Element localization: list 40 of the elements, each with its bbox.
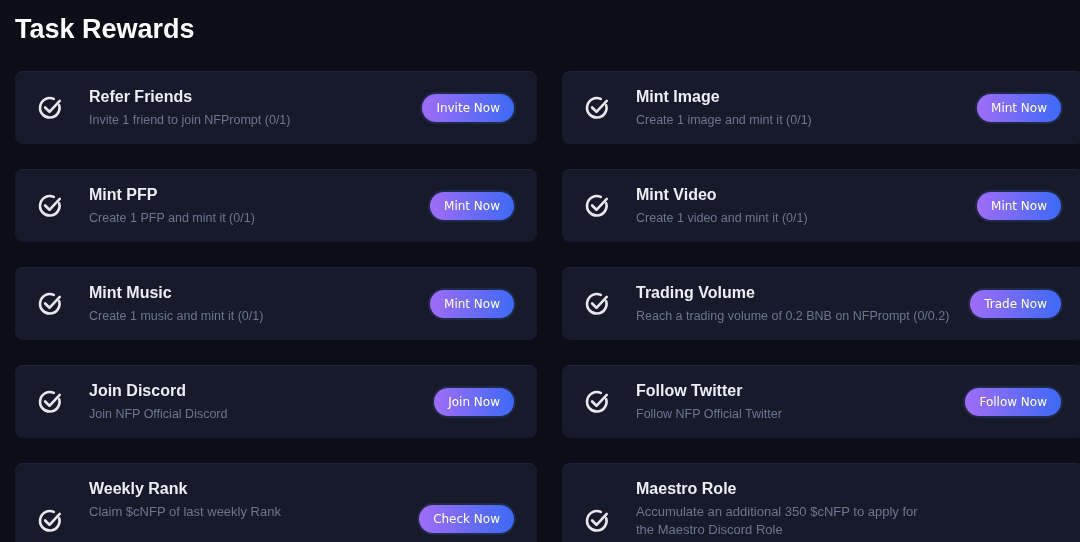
task-title: Join Discord [89,381,187,400]
task-action-button[interactable]: Check Now [419,505,514,533]
task-description: Accumulate an additional 350 $cNFP to apply for the Maestro Discord Role [636,503,919,539]
task-description: Create 1 image and mint it (0/1) [636,111,813,129]
task-title: Mint Video [636,185,718,204]
task-description: Claim $cNFP of last weekly Rank [89,503,282,521]
check-circle-icon [584,389,610,415]
task-action-button[interactable]: Join Now [434,388,514,416]
task-description: Create 1 video and mint it (0/1) [636,209,809,227]
task-action-button[interactable]: Mint Now [977,192,1061,220]
task-action-button[interactable]: Trade Now [970,290,1061,318]
task-action-button[interactable]: Mint Now [430,192,514,220]
check-circle-icon [584,95,610,121]
task-action-button[interactable]: Invite Now [422,94,514,122]
task-title: Weekly Rank [89,480,189,498]
task-description: Join NFP Official Discord [89,405,229,423]
task-description: Follow NFP Official Twitter [636,405,783,423]
task-description: Invite 1 friend to join NFPrompt (0/1) [89,111,292,129]
task-description: Reach a trading volume of 0.2 BNB on NFPrompt (0/0.2) [636,307,951,325]
check-circle-icon [37,95,63,121]
task-title: Follow Twitter [636,381,744,400]
task-title: Refer Friends [89,87,194,106]
task-title: Trading Volume [636,283,756,302]
check-circle-icon [584,508,610,534]
check-circle-icon [37,291,63,317]
task-action-button[interactable]: Mint Now [977,94,1061,122]
check-circle-icon [37,508,63,534]
task-description: Create 1 music and mint it (0/1) [89,307,265,325]
task-title: Mint Music [89,283,173,302]
task-title: Mint PFP [89,185,159,204]
task-action-button[interactable]: Mint Now [430,290,514,318]
task-title: Maestro Role [636,480,738,498]
task-title: Mint Image [636,87,721,106]
task-action-button[interactable]: Follow Now [965,388,1061,416]
check-circle-icon [37,389,63,415]
check-circle-icon [37,193,63,219]
task-description: Create 1 PFP and mint it (0/1) [89,209,256,227]
page-title: Task Rewards [15,13,196,46]
check-circle-icon [584,193,610,219]
check-circle-icon [584,291,610,317]
